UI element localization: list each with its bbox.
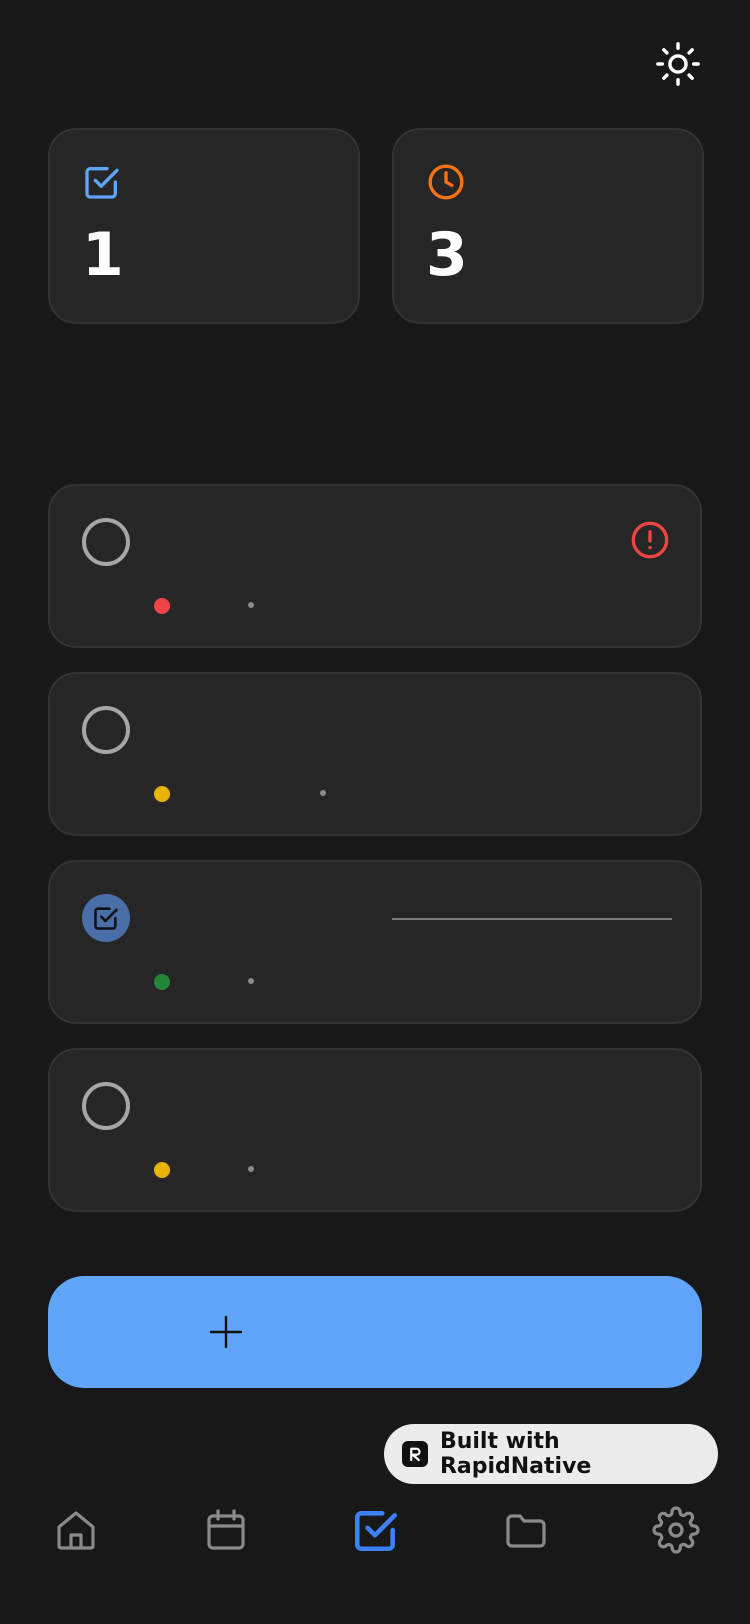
rapidnative-logo-icon — [402, 1441, 428, 1467]
badge-text: Built with RapidNative — [439, 1429, 592, 1479]
priority-dot — [154, 786, 170, 802]
clock-icon — [428, 164, 464, 200]
tab-settings[interactable] — [646, 1500, 706, 1560]
task-checkbox-checked[interactable] — [82, 894, 130, 942]
task-card[interactable] — [48, 484, 702, 648]
task-card-completed[interactable] — [48, 860, 702, 1024]
calendar-icon — [207, 1509, 245, 1550]
completed-stat-card[interactable]: 1 — [48, 128, 360, 324]
pending-stat-card[interactable]: 3 — [392, 128, 704, 324]
task-title — [154, 522, 574, 562]
home-icon — [57, 1511, 95, 1550]
alert-circle-icon — [631, 521, 669, 559]
completed-count: 1 — [82, 220, 124, 290]
task-checkbox[interactable] — [82, 518, 130, 566]
bottom-tab-bar — [0, 1490, 750, 1624]
settings-icon — [652, 1506, 700, 1554]
tasks-screen: 1 3 Built with RapidNative — [0, 0, 750, 1624]
tab-calendar[interactable] — [196, 1500, 256, 1560]
sun-icon — [656, 42, 700, 86]
theme-toggle-button[interactable] — [654, 40, 702, 88]
folder-icon — [506, 1514, 546, 1548]
priority-dot — [154, 598, 170, 614]
add-task-button[interactable] — [48, 1276, 702, 1388]
tab-files[interactable] — [496, 1500, 556, 1560]
task-title — [154, 1086, 574, 1126]
pending-count: 3 — [426, 220, 468, 290]
checkbox-icon — [94, 907, 118, 930]
plus-icon — [209, 1315, 243, 1349]
task-card[interactable] — [48, 1048, 702, 1212]
checkbox-icon — [354, 1511, 398, 1552]
task-title — [154, 710, 574, 750]
tab-tasks[interactable] — [346, 1500, 406, 1560]
built-with-badge[interactable]: Built with RapidNative — [384, 1424, 718, 1484]
strikethrough-line — [392, 918, 672, 920]
meta-separator — [320, 790, 326, 796]
priority-dot — [154, 1162, 170, 1178]
meta-separator — [248, 1166, 254, 1172]
checkbox-icon — [85, 167, 119, 199]
task-checkbox[interactable] — [82, 1082, 130, 1130]
task-checkbox[interactable] — [82, 706, 130, 754]
tab-home[interactable] — [46, 1500, 106, 1560]
meta-separator — [248, 602, 254, 608]
priority-dot — [154, 974, 170, 990]
task-card[interactable] — [48, 672, 702, 836]
meta-separator — [248, 978, 254, 984]
